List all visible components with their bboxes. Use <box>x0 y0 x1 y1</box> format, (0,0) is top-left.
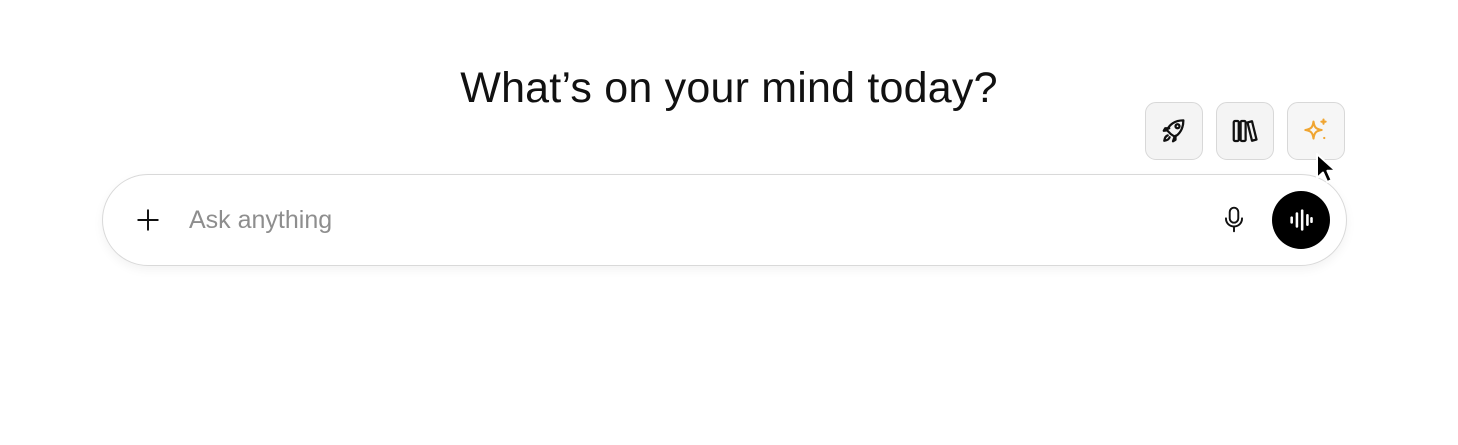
voice-waveform-icon <box>1290 209 1313 231</box>
microphone-icon <box>1225 206 1243 233</box>
rocket-icon <box>1162 119 1185 143</box>
voice-mode-button[interactable] <box>1272 191 1330 249</box>
sparkle-button[interactable] <box>1287 102 1345 160</box>
sparkle-icon <box>1304 118 1327 140</box>
rocket-button[interactable] <box>1145 102 1203 160</box>
library-button[interactable] <box>1216 102 1274 160</box>
page: What’s on your mind today? <box>0 0 1458 445</box>
plus-icon <box>137 209 159 231</box>
library-icon <box>1232 119 1258 143</box>
add-attachment-button[interactable] <box>125 197 171 243</box>
dictate-button[interactable] <box>1213 199 1255 241</box>
prompt-input[interactable] <box>189 201 1189 239</box>
prompt-composer <box>102 174 1347 266</box>
